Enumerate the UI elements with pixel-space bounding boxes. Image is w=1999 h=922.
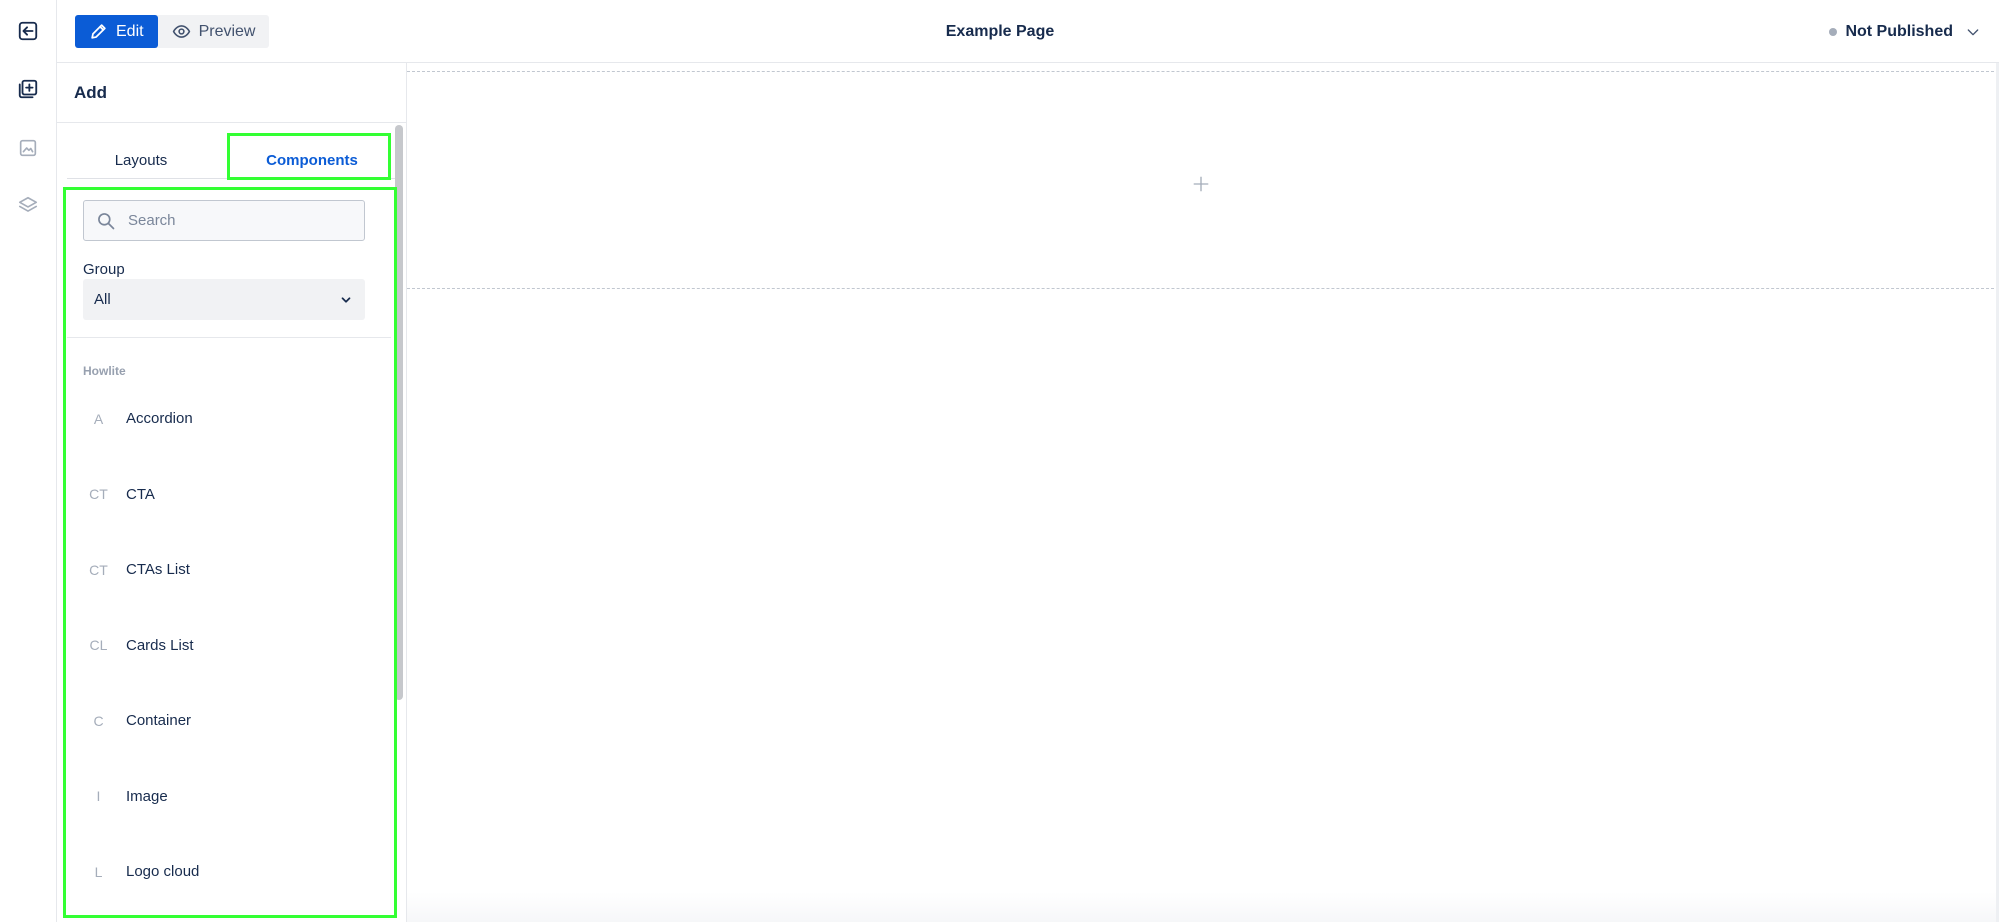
tab-layouts[interactable]: Layouts — [67, 141, 215, 179]
layers-icon — [18, 196, 38, 212]
list-item[interactable]: C Container — [67, 683, 391, 759]
component-label: Container — [126, 712, 192, 730]
group-label: Group — [83, 261, 125, 278]
eye-icon — [172, 25, 190, 38]
icon-rail — [0, 0, 57, 922]
list-item[interactable]: CT CTAs List — [67, 532, 391, 608]
component-abbr: L — [94, 863, 103, 880]
image-icon — [19, 139, 37, 157]
chevron-down-icon — [341, 296, 351, 303]
list-item[interactable]: CT CTA — [67, 457, 391, 533]
search-icon — [98, 212, 115, 229]
search-field[interactable] — [83, 200, 365, 241]
list-item[interactable]: I Image — [67, 759, 391, 835]
group-select-value: All — [94, 291, 111, 308]
panel-tabs: Layouts Components — [67, 141, 395, 180]
chevron-down-icon — [1967, 28, 1979, 35]
preview-button[interactable]: Preview — [158, 15, 270, 48]
add-section-button[interactable] — [1192, 175, 1210, 193]
list-item[interactable]: A Accordion — [67, 381, 391, 457]
component-list: A Accordion CT CTA CT CTAs List CL Cards… — [67, 381, 391, 910]
edit-label: Edit — [116, 22, 144, 40]
component-label: CTA — [126, 485, 155, 503]
section-title: Howlite — [83, 364, 126, 378]
component-abbr: I — [96, 788, 101, 805]
pencil-icon — [91, 24, 106, 39]
component-abbr: CT — [89, 561, 108, 578]
component-label: Accordion — [126, 410, 193, 428]
edit-button[interactable]: Edit — [75, 15, 158, 48]
component-label: CTAs List — [126, 561, 190, 579]
add-content-button[interactable] — [12, 73, 44, 105]
list-item[interactable]: L Logo cloud — [67, 834, 391, 910]
component-label: Image — [126, 787, 168, 805]
component-abbr: CT — [89, 486, 108, 503]
page-canvas — [407, 63, 1999, 922]
plus-icon — [1193, 176, 1209, 192]
component-abbr: CL — [89, 637, 108, 654]
component-abbr: C — [93, 712, 104, 729]
section-drop-zone[interactable] — [407, 71, 1999, 289]
panel-title: Add — [57, 63, 406, 123]
add-panel: Add Layouts Components Group All Howlite… — [57, 63, 407, 922]
tab-components[interactable]: Components — [237, 141, 387, 180]
divider — [67, 337, 391, 338]
status-dot-icon — [1829, 27, 1838, 36]
publish-status-dropdown[interactable]: Not Published — [1829, 0, 1981, 63]
panel-scrollbar[interactable] — [395, 125, 403, 700]
search-input[interactable] — [128, 212, 348, 229]
list-item[interactable]: CL Cards List — [67, 608, 391, 684]
exit-button[interactable] — [12, 15, 44, 47]
status-label: Not Published — [1845, 22, 1953, 40]
canvas-bottom-shade — [407, 892, 1999, 922]
exit-icon — [18, 21, 38, 41]
add-content-icon — [18, 79, 38, 99]
preview-label: Preview — [198, 22, 256, 40]
media-button[interactable] — [12, 132, 44, 164]
layers-button[interactable] — [12, 190, 44, 222]
top-bar: Edit Preview Example Page Not Published — [57, 0, 1999, 63]
component-label: Logo cloud — [126, 863, 200, 881]
group-select[interactable]: All — [83, 279, 365, 320]
component-label: Cards List — [126, 636, 194, 654]
mode-toggle: Edit Preview — [75, 15, 270, 48]
component-abbr: A — [93, 410, 104, 427]
page-title: Example Page — [945, 23, 1055, 40]
